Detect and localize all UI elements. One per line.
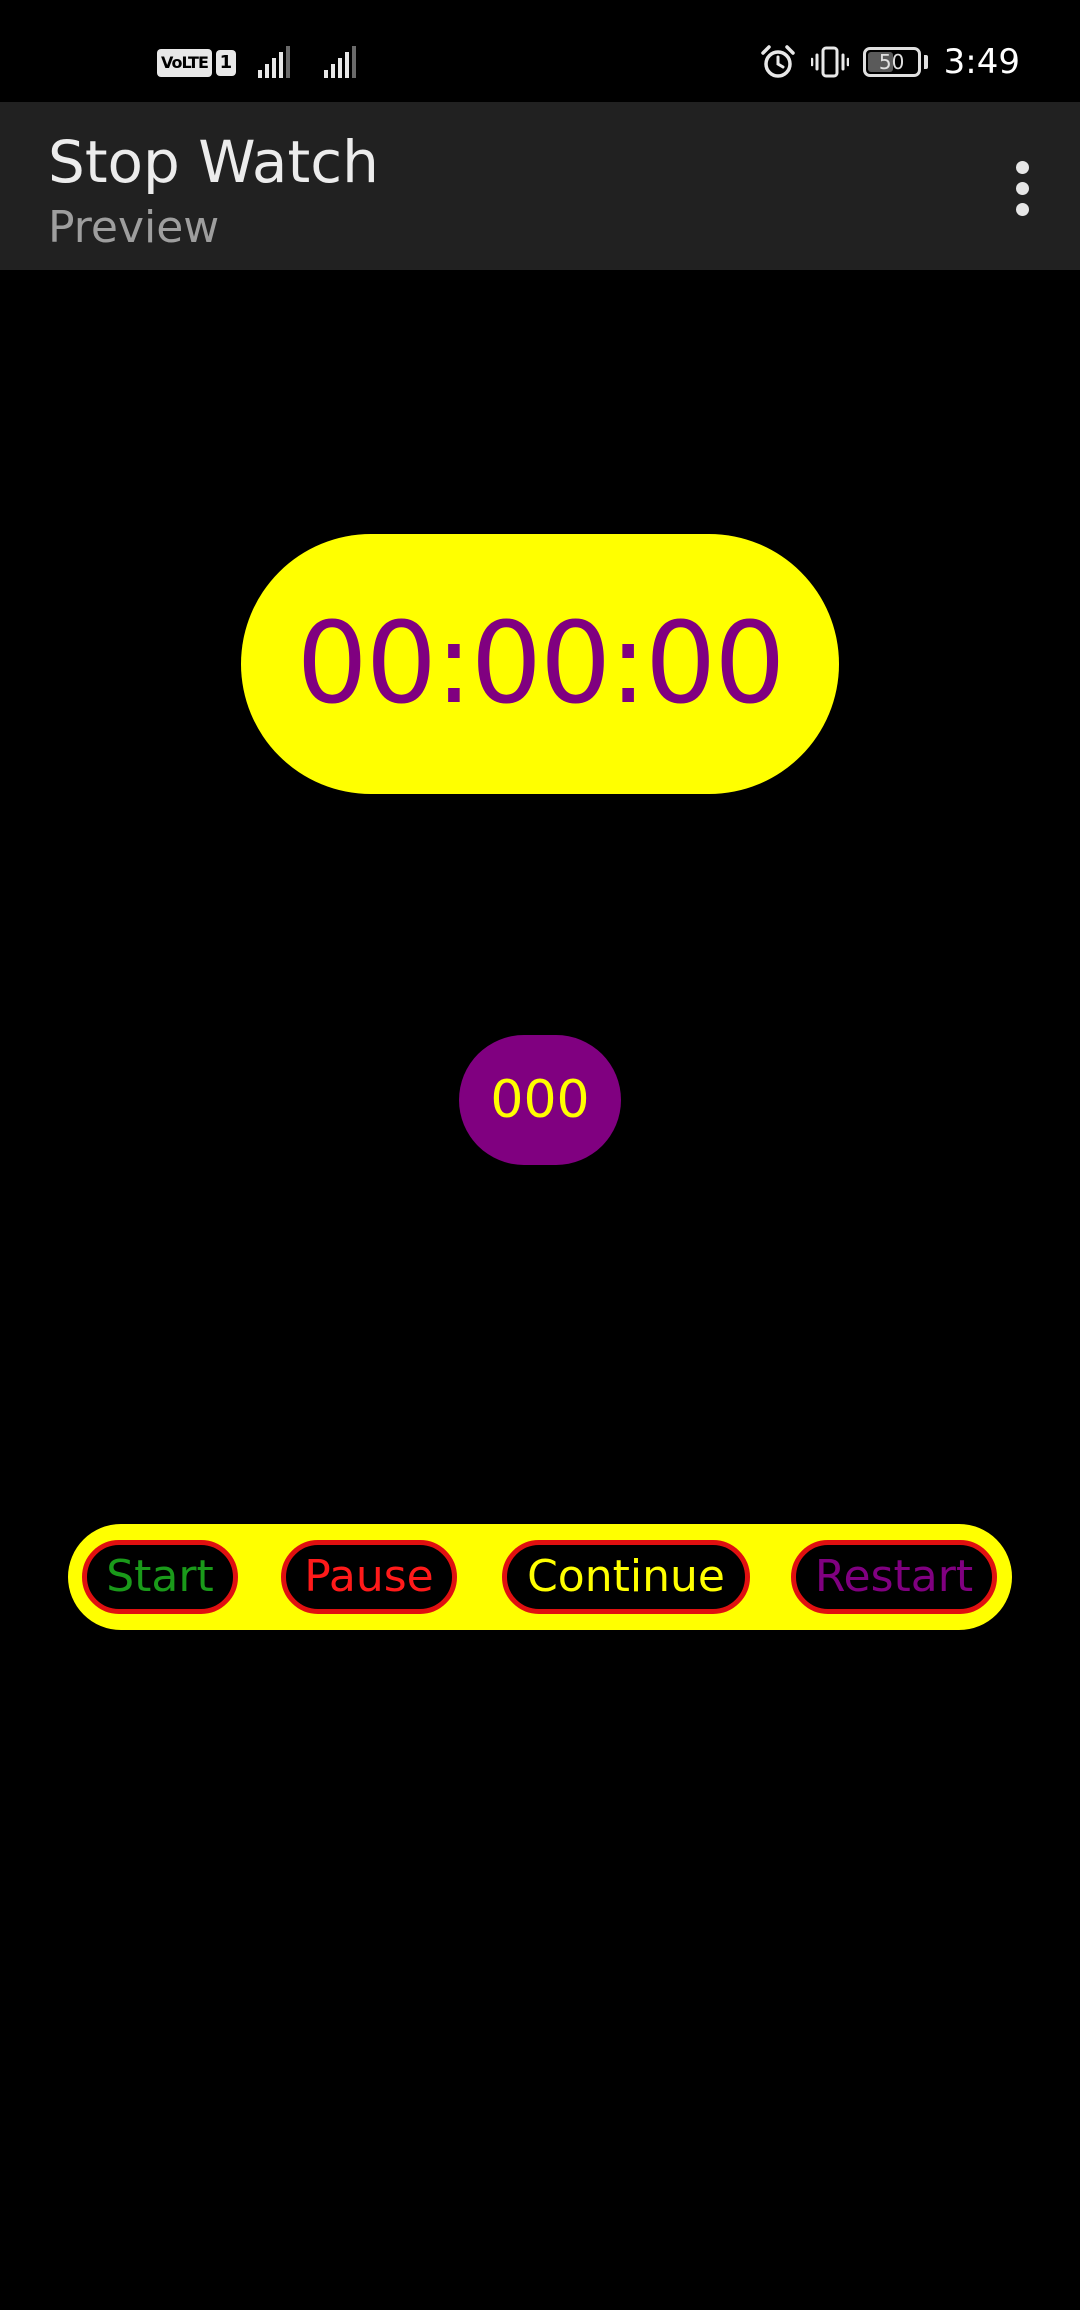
sim-indicator: 1: [215, 50, 236, 76]
control-bar: Start Pause Continue Restart: [68, 1524, 1012, 1630]
signal-icon: [324, 46, 356, 78]
battery-icon: 50: [862, 47, 921, 77]
start-button[interactable]: Start: [82, 1540, 238, 1614]
signal-icon: [258, 46, 290, 78]
volte-label: VoLTE: [157, 49, 212, 77]
menu-dot: [1015, 160, 1029, 174]
milliseconds-display: 000: [459, 1035, 621, 1165]
pause-button[interactable]: Pause: [281, 1540, 457, 1614]
app-subtitle: Preview: [48, 202, 220, 253]
menu-dot: [1015, 202, 1029, 216]
timer-value: 00:00:00: [296, 599, 785, 729]
battery-tip: [923, 55, 928, 69]
battery-level: 50: [878, 50, 905, 74]
more-vert-icon[interactable]: [992, 152, 1052, 224]
volte-badge: VoLTE 1: [157, 48, 236, 78]
status-clock: 3:49: [943, 42, 1020, 82]
app-title: Stop Watch: [48, 128, 379, 196]
status-icons: 50 3:49: [759, 38, 1020, 86]
restart-button[interactable]: Restart: [791, 1540, 997, 1614]
app-bar: Stop Watch Preview: [0, 102, 1080, 270]
status-bar: VoLTE 1 50 3:49: [0, 0, 1080, 102]
timer-display: 00:00:00: [241, 534, 839, 794]
milliseconds-value: 000: [490, 1070, 590, 1130]
alarm-icon: [760, 45, 795, 78]
vibrate-icon: [810, 46, 849, 78]
continue-button[interactable]: Continue: [502, 1540, 750, 1614]
menu-dot: [1015, 181, 1029, 195]
